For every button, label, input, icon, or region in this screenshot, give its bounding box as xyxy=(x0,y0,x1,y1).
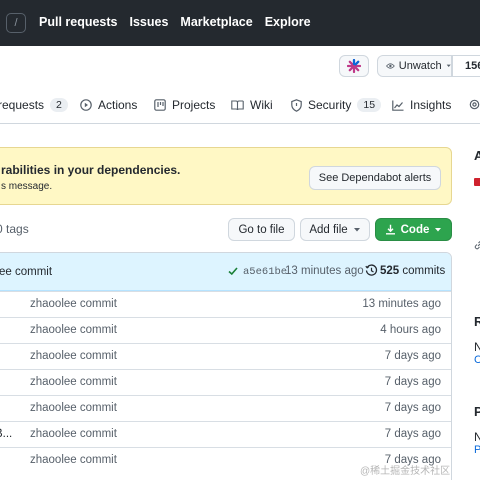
history-icon xyxy=(365,264,378,276)
commit-age: 13 minutes ago xyxy=(362,298,441,310)
nav-links: Pull requests Issues Marketplace Explore xyxy=(39,15,311,29)
code-button[interactable]: Code xyxy=(375,218,452,241)
tab-projects[interactable]: Projects xyxy=(154,98,215,112)
caret-down-icon xyxy=(446,64,451,68)
tab-counter: 15 xyxy=(357,98,382,112)
packages-text: N xyxy=(474,430,480,444)
tab-label: Wiki xyxy=(250,98,273,112)
about-heading: A xyxy=(474,148,480,163)
table-row[interactable]: zhaoolee commit 7 days ago xyxy=(0,369,451,395)
tab-security[interactable]: Security 15 xyxy=(291,98,382,112)
packages-heading: P xyxy=(474,404,480,419)
table-row[interactable]: zhaoolee commit 7 days ago xyxy=(0,343,451,369)
commit-message[interactable]: zhaoolee commit xyxy=(30,454,117,466)
commit-age: 7 days ago xyxy=(384,350,441,362)
commit-sha[interactable]: a5e61be xyxy=(243,266,287,278)
caret-down-icon xyxy=(353,227,360,231)
unwatch-label: Unwatch xyxy=(398,60,442,72)
file-list: ee commit a5e61be 13 minutes ago 525 com… xyxy=(0,252,452,480)
commit-message[interactable]: zhaoolee commit xyxy=(30,402,117,414)
commit-message[interactable]: zhaoolee commit xyxy=(30,428,117,440)
commit-message[interactable]: zhaoolee commit xyxy=(30,376,117,388)
spark-icon xyxy=(347,59,361,73)
code-label: Code xyxy=(400,223,430,236)
top-nav-bar: / Pull requests Issues Marketplace Explo… xyxy=(0,0,480,46)
nav-link-marketplace[interactable]: Marketplace xyxy=(180,15,252,29)
file-name[interactable]: B... xyxy=(0,428,12,440)
go-to-file-button[interactable]: Go to file xyxy=(228,218,295,241)
tab-settings[interactable] xyxy=(468,98,480,111)
tab-label: requests xyxy=(0,98,45,112)
watermark: @稀土掘金技术社区 xyxy=(360,466,451,477)
gear-icon xyxy=(469,99,480,110)
commits-label: commits xyxy=(402,265,446,277)
commit-time: 13 minutes ago xyxy=(285,265,364,277)
shield-icon xyxy=(291,98,302,112)
link-icon xyxy=(474,240,480,250)
watch-count[interactable]: 156 xyxy=(452,55,480,77)
repo-actions: Unwatch 156 xyxy=(0,46,480,86)
releases-text: N xyxy=(474,340,480,354)
commit-age: 7 days ago xyxy=(384,428,441,440)
dependabot-banner: rabilities in your dependencies. s messa… xyxy=(0,147,452,205)
go-to-file-label: Go to file xyxy=(238,223,285,236)
flag-icon xyxy=(474,178,480,186)
github-repo-page: / Pull requests Issues Marketplace Explo… xyxy=(0,0,480,480)
commit-message[interactable]: zhaoolee commit xyxy=(30,350,117,362)
table-row[interactable]: zhaoolee commit 4 hours ago xyxy=(0,317,451,343)
check-icon xyxy=(228,267,238,276)
add-file-button[interactable]: Add file xyxy=(300,218,370,241)
tab-wiki[interactable]: Wiki xyxy=(231,98,273,112)
repo-tabs: requests 2 Actions Projects Wiki Securit… xyxy=(0,86,480,124)
latest-commit-header: ee commit a5e61be 13 minutes ago 525 com… xyxy=(0,253,451,291)
banner-title: rabilities in your dependencies. xyxy=(1,163,181,177)
releases-link[interactable]: C xyxy=(474,354,480,366)
commits-link[interactable]: 525 commits xyxy=(380,265,445,277)
nav-link-pull-requests[interactable]: Pull requests xyxy=(39,15,118,29)
tab-actions[interactable]: Actions xyxy=(80,98,137,112)
unwatch-button[interactable]: Unwatch xyxy=(377,55,452,77)
about-sidebar: A R N C P N P xyxy=(470,124,480,480)
nav-link-explore[interactable]: Explore xyxy=(265,15,311,29)
table-row[interactable]: B... zhaoolee commit 7 days ago xyxy=(0,421,451,447)
latest-commit-message[interactable]: ee commit xyxy=(0,266,52,278)
sponsor-spark-button[interactable] xyxy=(339,55,369,77)
tags-link[interactable]: 0 tags xyxy=(0,222,29,236)
book-icon xyxy=(231,99,244,110)
add-file-label: Add file xyxy=(309,223,348,236)
tab-label: Insights xyxy=(410,98,452,112)
commit-age: 4 hours ago xyxy=(380,324,441,336)
tab-pull-requests[interactable]: requests 2 xyxy=(0,98,68,112)
commit-age: 7 days ago xyxy=(384,402,441,414)
commit-message[interactable]: zhaoolee commit xyxy=(30,298,117,310)
see-dependabot-alerts-button[interactable]: See Dependabot alerts xyxy=(309,166,441,190)
table-row[interactable]: zhaoolee commit 13 minutes ago xyxy=(0,291,451,317)
tab-label: Actions xyxy=(98,98,138,112)
table-row[interactable]: zhaoolee commit 7 days ago xyxy=(0,395,451,421)
tab-label: Projects xyxy=(172,98,216,112)
search-shortcut-key[interactable]: / xyxy=(6,13,26,33)
download-icon xyxy=(385,224,395,235)
project-icon xyxy=(154,99,166,111)
packages-link[interactable]: P xyxy=(474,444,480,456)
releases-heading: R xyxy=(474,314,480,329)
commit-message[interactable]: zhaoolee commit xyxy=(30,324,117,336)
commit-age: 7 days ago xyxy=(384,376,441,388)
tab-counter: 2 xyxy=(50,98,68,112)
caret-down-icon xyxy=(435,227,442,231)
graph-icon xyxy=(392,100,404,111)
eye-icon xyxy=(386,63,395,69)
tab-insights[interactable]: Insights xyxy=(392,98,451,112)
nav-link-issues[interactable]: Issues xyxy=(130,15,169,29)
banner-subtitle: s message. xyxy=(1,181,53,192)
play-icon xyxy=(80,99,92,111)
tab-label: Security xyxy=(308,98,352,112)
commit-count: 525 xyxy=(380,265,400,277)
